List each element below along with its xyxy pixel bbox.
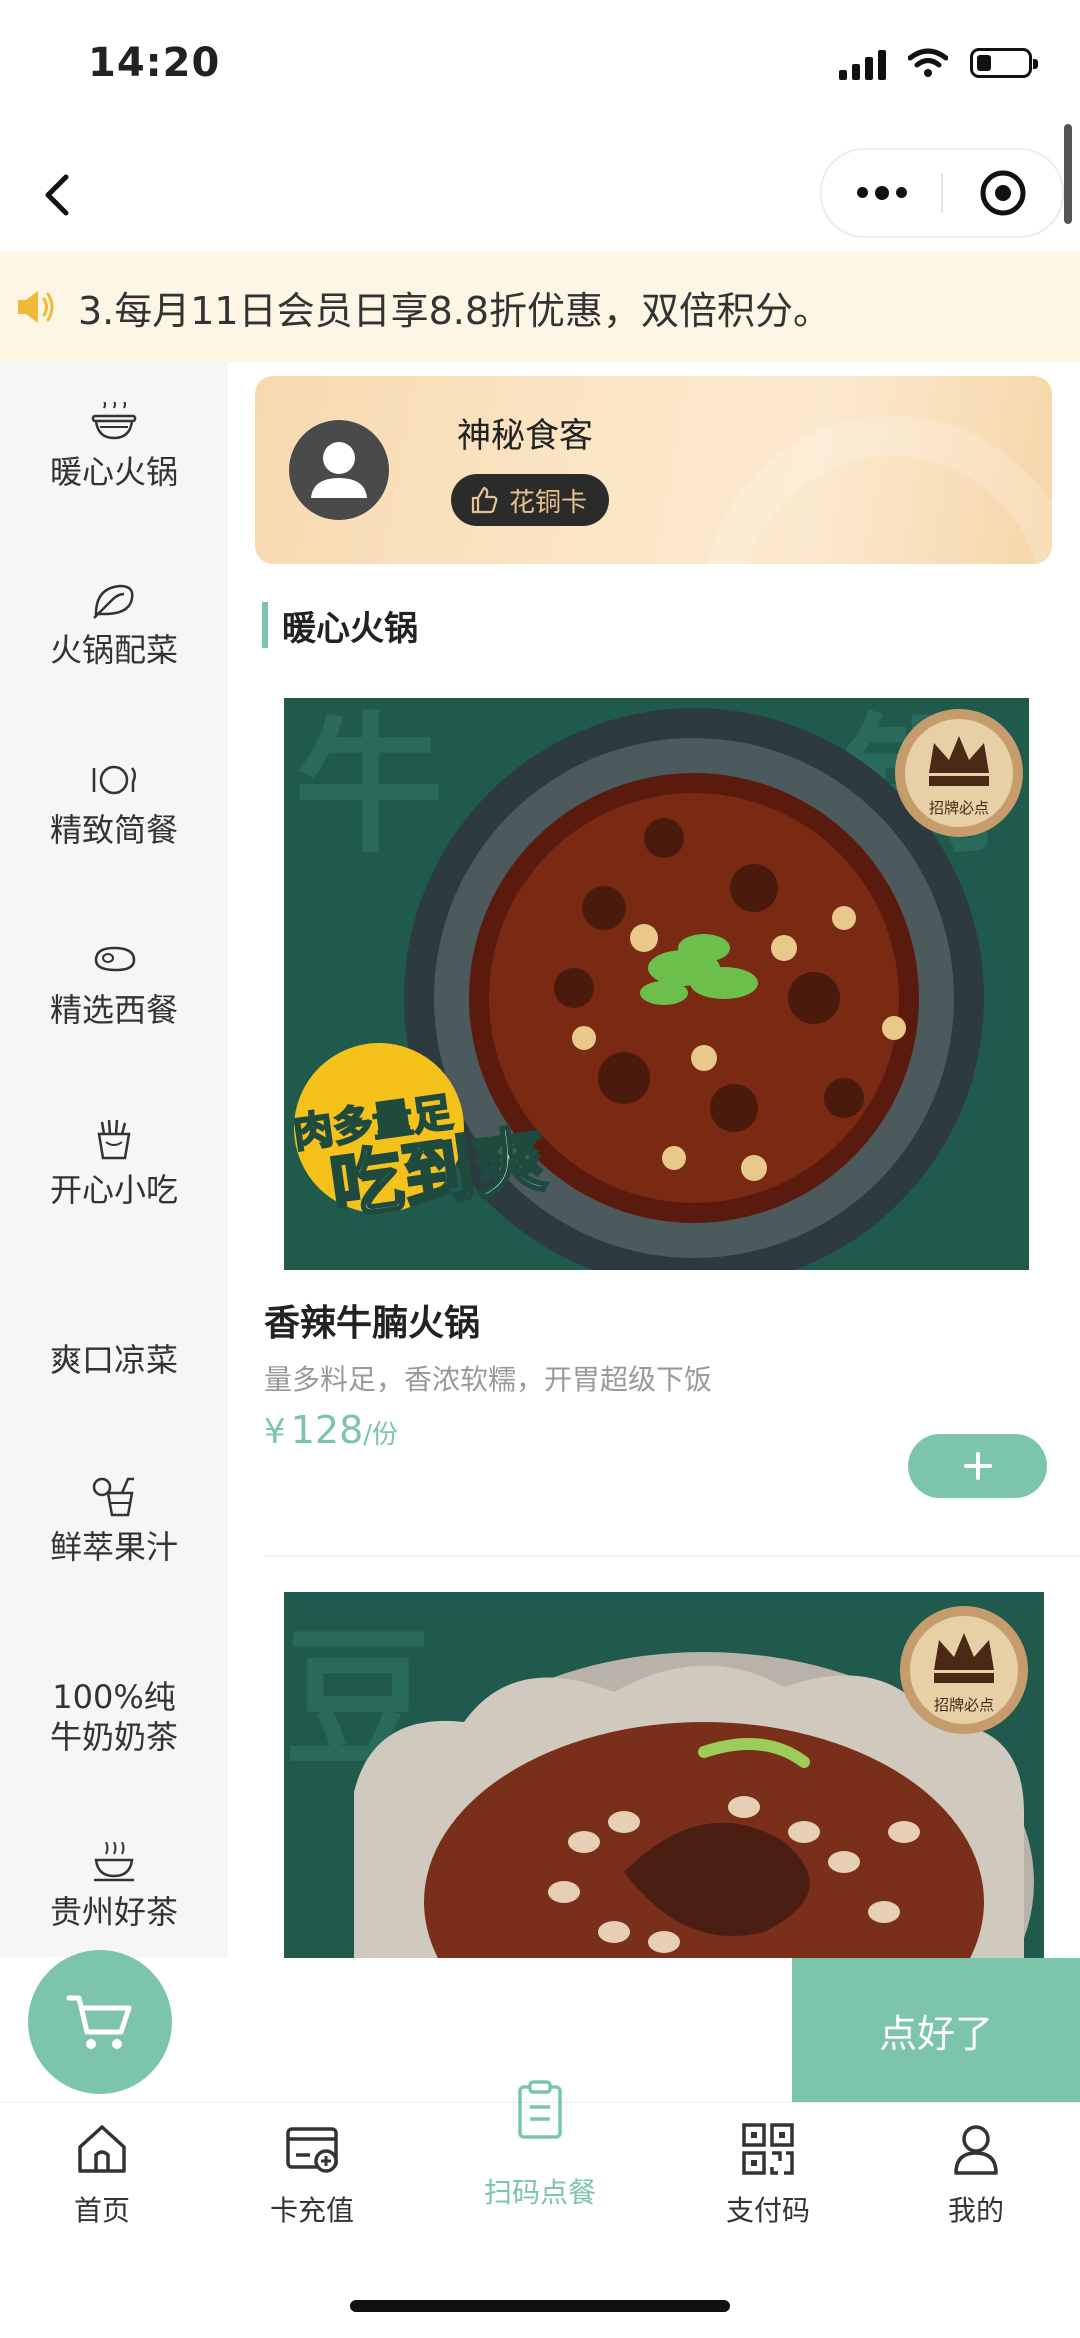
tab-scan-order[interactable]: 扫码点餐 [450, 2079, 630, 2211]
user-avatar-icon [289, 420, 389, 520]
sidebar-item-meals[interactable]: 精致简餐 [0, 760, 228, 850]
scroll-indicator[interactable] [1064, 124, 1072, 224]
sidebar-item-juice[interactable]: 鲜萃果汁 [0, 1477, 228, 1567]
plus-icon [963, 1452, 992, 1480]
recommend-badge [895, 709, 1023, 837]
product-name: 香辣牛腩火锅 [264, 1303, 481, 1344]
sidebar-item-label: 鲜萃果汁 [49, 1528, 178, 1566]
cart-button[interactable] [28, 1950, 172, 2094]
hotpot-icon [91, 402, 137, 440]
notice-text: 3.每月11日会员日享8.8折优惠，双倍积分。 [78, 288, 832, 333]
sidebar-item-label: 暖心火锅 [49, 453, 178, 491]
juice-icon [92, 1477, 134, 1517]
sidebar-item-label: 精致简餐 [49, 811, 178, 849]
sidebar-item-snacks[interactable]: 开心小吃 [0, 1120, 228, 1210]
tab-label: 扫码点餐 [483, 2176, 596, 2209]
sidebar-item-label: 开心小吃 [49, 1171, 178, 1209]
checkout-button[interactable]: 点好了 [792, 1958, 1080, 2102]
battery-icon [970, 48, 1038, 78]
recommend-badge-text: 招牌必点 [929, 799, 989, 817]
recommend-badge-text: 招牌必点 [934, 1696, 994, 1714]
tab-label: 卡充值 [269, 2194, 354, 2227]
notice-banner[interactable]: 3.每月11日会员日享8.8折优惠，双倍积分。 [0, 252, 1080, 362]
speaker-icon [18, 291, 54, 323]
tab-label: 首页 [73, 2194, 130, 2227]
tab-label: 我的 [947, 2194, 1004, 2227]
plate-cutlery-icon [92, 765, 136, 795]
tea-icon [94, 1842, 134, 1882]
clipboard-icon [518, 2080, 562, 2139]
sidebar-item-western[interactable]: 精选西餐 [0, 940, 228, 1030]
tier-label: 花铜卡 [509, 487, 588, 518]
tab-profile[interactable]: 我的 [886, 2121, 1066, 2229]
section-title-text: 暖心火锅 [282, 608, 418, 649]
fries-icon [97, 1120, 131, 1160]
target-circle-icon[interactable] [943, 169, 1062, 217]
cellular-signal-icon [839, 46, 886, 80]
price-unit: /份 [363, 1420, 399, 1450]
price-value: 128 [290, 1408, 364, 1452]
person-icon [954, 2125, 998, 2175]
qr-code-icon [742, 2123, 794, 2175]
menu-content[interactable]: 神秘食客 花铜卡 暖心火锅 牛 锅 [228, 362, 1080, 1958]
product-image[interactable]: 豆 招牌必点 [284, 1592, 1044, 1958]
more-dots-icon[interactable] [822, 185, 941, 200]
product-description: 量多料足，香浓软糯，开胃超级下饭 [264, 1363, 713, 1396]
svg-text:牛: 牛 [294, 700, 444, 874]
status-icons [839, 46, 1038, 80]
price-currency: ¥ [264, 1412, 286, 1452]
member-name: 神秘食客 [457, 416, 593, 456]
sidebar-item-label: 火锅配菜 [49, 631, 178, 669]
thumbs-up-icon [471, 486, 498, 514]
product-price: ¥ 128/份 [264, 1408, 398, 1452]
member-card[interactable]: 神秘食客 花铜卡 [255, 376, 1052, 564]
section-title-bar [262, 602, 268, 648]
chevron-left-icon [45, 174, 69, 216]
card-decoration [702, 416, 1052, 564]
sidebar-item-cold-dishes[interactable]: 爽口凉菜 [0, 1330, 228, 1380]
tab-home[interactable]: 首页 [12, 2121, 192, 2229]
sidebar-item-label: 100%纯 [52, 1678, 176, 1716]
card-recharge-icon [286, 2127, 338, 2173]
cart-circle[interactable] [28, 1950, 172, 2094]
sidebar-item-label: 精选西餐 [49, 991, 178, 1029]
sidebar-item-tea[interactable]: 贵州好茶 [0, 1842, 228, 1932]
tier-badge: 花铜卡 [451, 474, 610, 526]
sidebar-item-hotpot[interactable]: 暖心火锅 [0, 402, 228, 492]
sidebar-item-label: 爽口凉菜 [49, 1341, 178, 1379]
home-indicator[interactable] [350, 2300, 730, 2312]
sidebar-item-milk-tea[interactable]: 100%纯 牛奶奶茶 [0, 1677, 228, 1757]
sidebar-item-side-dishes[interactable]: 火锅配菜 [0, 580, 228, 670]
add-to-cart-button[interactable] [908, 1434, 1047, 1498]
sidebar-item-label-line2: 牛奶奶茶 [49, 1718, 178, 1756]
product-separator [264, 1555, 1080, 1557]
nav-bar [0, 140, 1080, 250]
steak-icon [94, 946, 136, 972]
section-title: 暖心火锅 [262, 600, 418, 650]
tab-payment-code[interactable]: 支付码 [678, 2121, 858, 2229]
product-image[interactable]: 牛 锅 [284, 698, 1029, 1270]
vegetable-icon [93, 584, 134, 619]
status-bar: 14:20 [0, 0, 1080, 130]
recommend-badge [900, 1606, 1028, 1734]
wifi-icon [908, 48, 948, 77]
home-icon [78, 2125, 126, 2173]
sidebar-item-label: 贵州好茶 [49, 1893, 178, 1931]
category-sidebar: 暖心火锅 火锅配菜 精致简餐 精选西餐 开心小吃 爽口凉菜 鲜萃果汁 100%纯… [0, 362, 228, 1958]
tab-label: 支付码 [725, 2194, 810, 2227]
status-time: 14:20 [88, 40, 221, 86]
checkout-label: 点好了 [878, 2011, 993, 2056]
cart-icon [66, 1995, 132, 2049]
back-button[interactable] [22, 160, 92, 230]
tab-card-recharge[interactable]: 卡充值 [222, 2121, 402, 2229]
mini-program-capsule [820, 148, 1064, 238]
